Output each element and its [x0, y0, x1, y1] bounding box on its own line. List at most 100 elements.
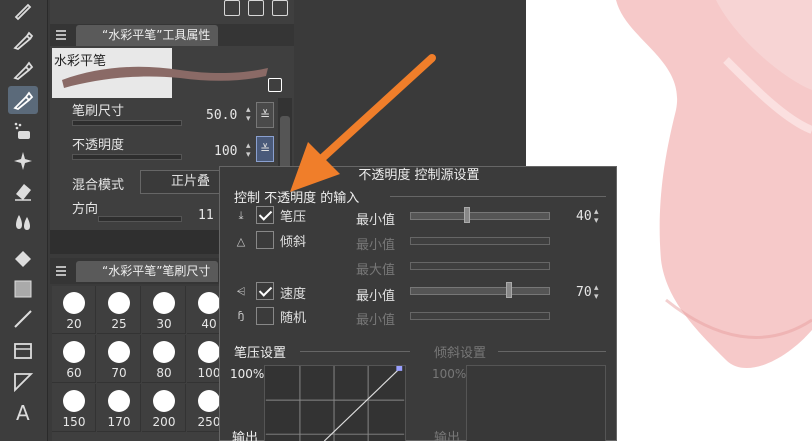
- direction-label: 方向: [72, 202, 99, 217]
- brush-size-row: 笔刷尺寸 50.0 ▴ ▾ ≚: [52, 100, 294, 128]
- eraser-icon[interactable]: [9, 177, 37, 205]
- opacity-row: 不透明度 100 ▴ ▾ ≚: [52, 134, 294, 162]
- tool-strip: A: [0, 0, 48, 441]
- blend-label: 混合模式: [72, 178, 125, 193]
- size-cell[interactable]: 60: [52, 335, 96, 383]
- direction-value[interactable]: 11: [198, 208, 214, 223]
- opacity-label: 不透明度: [72, 138, 125, 153]
- size-label: 200: [152, 415, 176, 429]
- pressure-slider[interactable]: [410, 207, 550, 223]
- tilt-label: 倾斜: [280, 235, 307, 250]
- line-icon[interactable]: [9, 305, 37, 333]
- pressure-settings-title: 笔压设置: [234, 346, 287, 361]
- size-dot: [153, 390, 175, 412]
- size-dot: [153, 292, 175, 314]
- slider-knob[interactable]: [464, 207, 470, 223]
- divider: [498, 351, 606, 352]
- size-label: 25: [111, 317, 127, 331]
- size-dot: [153, 341, 175, 363]
- speed-value[interactable]: 70: [576, 285, 592, 300]
- tilt-icon: △: [236, 235, 246, 248]
- pressure-curve-graph[interactable]: [264, 365, 406, 441]
- size-cell[interactable]: 150: [52, 384, 96, 432]
- tilt-curve-graph: [466, 365, 606, 441]
- frame-icon[interactable]: [9, 337, 37, 365]
- size-label: 70: [111, 366, 127, 380]
- tab-tool-property[interactable]: “水彩平笔”工具属性: [76, 25, 219, 46]
- size-dot: [108, 292, 130, 314]
- svg-text:A: A: [16, 401, 30, 423]
- size-cell[interactable]: 70: [97, 335, 141, 383]
- size-cell[interactable]: 30: [142, 286, 186, 334]
- random-label: 随机: [280, 311, 307, 326]
- brush-size-bar[interactable]: [72, 120, 182, 126]
- text-icon[interactable]: A: [9, 398, 37, 426]
- spin-icon[interactable]: ▴ ▾: [246, 106, 256, 126]
- sparkle-icon[interactable]: [9, 147, 37, 175]
- size-dot: [63, 341, 85, 363]
- size-label: 150: [62, 415, 86, 429]
- tilt-axis-max-label: 100%: [432, 367, 467, 381]
- tilt-axis-output-label: 输出: [434, 431, 461, 441]
- size-cell[interactable]: 170: [97, 384, 141, 432]
- brush-size-label: 笔刷尺寸: [72, 104, 125, 119]
- min-label: 最小值: [356, 289, 396, 304]
- min-label: 最小值: [356, 213, 396, 228]
- max-slider[interactable]: [410, 262, 550, 270]
- max-label: 最大值: [356, 263, 396, 278]
- tilt-settings-title: 倾斜设置: [434, 346, 487, 361]
- panel-toolbar: [220, 0, 296, 18]
- tilt-checkbox[interactable]: [256, 231, 274, 249]
- size-label: 30: [156, 317, 172, 331]
- spin-icon[interactable]: ▴ ▾: [594, 284, 604, 304]
- speed-slider[interactable]: [410, 282, 550, 298]
- tab-brush-size[interactable]: “水彩平笔”笔刷尺寸: [76, 261, 219, 282]
- axis-output-label: 输出: [232, 431, 259, 441]
- tool-panel-header: “水彩平笔”工具属性: [50, 24, 294, 46]
- random-checkbox[interactable]: [256, 307, 274, 325]
- pressure-icon: ⤓: [238, 209, 244, 222]
- opacity-bar[interactable]: [72, 154, 182, 160]
- spin-icon[interactable]: ▴ ▾: [594, 208, 604, 228]
- menu-icon[interactable]: [56, 30, 66, 40]
- min-label: 最小值: [356, 313, 396, 328]
- blend-icon[interactable]: [9, 208, 37, 236]
- size-dot: [198, 292, 220, 314]
- size-cell[interactable]: 25: [97, 286, 141, 334]
- brush-name: 水彩平笔: [54, 54, 107, 69]
- add-icon[interactable]: [248, 0, 264, 16]
- size-dot: [108, 341, 130, 363]
- download-icon[interactable]: [224, 0, 240, 16]
- size-cell[interactable]: 200: [142, 384, 186, 432]
- random-icon: ɧ: [237, 309, 245, 322]
- size-label: 170: [107, 415, 131, 429]
- airbrush-icon[interactable]: [9, 117, 37, 145]
- gradient-icon[interactable]: [9, 275, 37, 303]
- pen-icon[interactable]: [9, 56, 37, 84]
- pen-icon[interactable]: [9, 0, 37, 24]
- brush-size-value[interactable]: 50.0: [206, 108, 237, 123]
- opacity-value[interactable]: 100: [214, 144, 237, 159]
- speed-checkbox[interactable]: [256, 282, 274, 300]
- trash-icon[interactable]: [272, 0, 288, 16]
- size-dot: [63, 390, 85, 412]
- size-cell[interactable]: 20: [52, 286, 96, 334]
- menu-icon[interactable]: [56, 266, 66, 276]
- brush-tool-icon[interactable]: [8, 86, 38, 114]
- min-label: 最小值: [356, 238, 396, 253]
- fill-icon[interactable]: [9, 245, 37, 273]
- tilt-slider[interactable]: [410, 237, 550, 245]
- pressure-value[interactable]: 40: [576, 209, 592, 224]
- slider-knob[interactable]: [506, 282, 512, 298]
- speed-label: 速度: [280, 287, 307, 302]
- annotation-arrow: [290, 54, 436, 192]
- size-dot: [198, 390, 220, 412]
- size-label: 60: [66, 366, 82, 380]
- spin-icon[interactable]: ▴ ▾: [246, 142, 256, 162]
- random-slider[interactable]: [410, 312, 550, 320]
- pen-icon[interactable]: [9, 26, 37, 54]
- size-cell[interactable]: 80: [142, 335, 186, 383]
- direction-bar[interactable]: [98, 216, 182, 222]
- tab-label: “水彩平笔”工具属性: [102, 28, 211, 42]
- ruler-icon[interactable]: [9, 367, 37, 395]
